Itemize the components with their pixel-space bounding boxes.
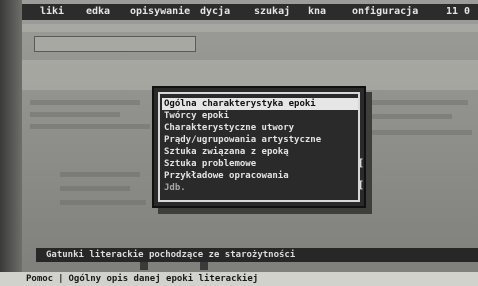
menu-item-edycja[interactable]: edka xyxy=(86,4,110,20)
background-text-line xyxy=(30,112,120,117)
dialog-right-bracket: [ xyxy=(357,180,364,191)
scroll-marker xyxy=(140,262,148,270)
menu-option-przykladowe-opracowania[interactable]: Przykładowe opracowania xyxy=(162,170,358,182)
background-text-line xyxy=(30,100,140,105)
menu-item-pliki[interactable]: liki xyxy=(40,4,64,20)
dos-screen: liki edka opisywanie dycja szukaj kna on… xyxy=(0,0,478,286)
background-text-line xyxy=(372,100,468,105)
monitor-bezel xyxy=(0,0,22,286)
help-key-label[interactable]: Pomoc xyxy=(26,274,53,284)
menu-option-jdb[interactable]: Jdb. xyxy=(162,182,358,194)
background-text-line xyxy=(372,130,472,135)
menu-item-szukaj[interactable]: szukaj xyxy=(254,4,290,20)
help-description: Ogólny opis danej epoki literackiej xyxy=(68,274,259,284)
scroll-marker xyxy=(200,262,208,270)
background-text-line xyxy=(372,114,452,119)
menu-item-okna[interactable]: kna xyxy=(308,4,326,20)
menu-option-ogolna-charakterystyka[interactable]: Ogólna charakterystyka epoki xyxy=(162,98,358,110)
background-text-line xyxy=(60,186,130,191)
background-text-line xyxy=(30,124,150,129)
menu-option-prady-ugrupowania[interactable]: Prądy/ugrupowania artystyczne xyxy=(162,134,358,146)
dialog-right-bracket: [ xyxy=(357,158,364,169)
epoch-menu-dialog: Ogólna charakterystyka epoki Twórcy epok… xyxy=(152,86,366,208)
status-line: Gatunki literackie pochodzące ze staroży… xyxy=(36,248,478,262)
menu-option-sztuka-problemowe[interactable]: Sztuka problemowe xyxy=(162,158,358,170)
menu-option-charakterystyczne-utwory[interactable]: Charakterystyczne utwory xyxy=(162,122,358,134)
background-text-line xyxy=(60,200,146,205)
menu-option-tworcy-epoki[interactable]: Twórcy epoki xyxy=(162,110,358,122)
menu-bar: liki edka opisywanie dycja szukaj kna on… xyxy=(22,4,478,20)
background-text-line xyxy=(60,172,140,177)
background-window-title xyxy=(22,24,478,32)
menu-item-redakcja[interactable]: dycja xyxy=(200,4,230,20)
help-separator: | xyxy=(58,274,64,284)
menu-item-konfiguracja[interactable]: onfiguracja xyxy=(352,4,418,20)
help-bar: Pomoc | Ogólny opis danej epoki literackie… xyxy=(0,272,478,286)
menu-item-clock: 11 0 xyxy=(446,6,471,17)
menu-item-opisywanie[interactable]: opisywanie xyxy=(130,4,190,20)
background-input-box xyxy=(34,36,196,52)
menu-option-sztuka-zwiazana[interactable]: Sztuka związana z epoką xyxy=(162,146,358,158)
